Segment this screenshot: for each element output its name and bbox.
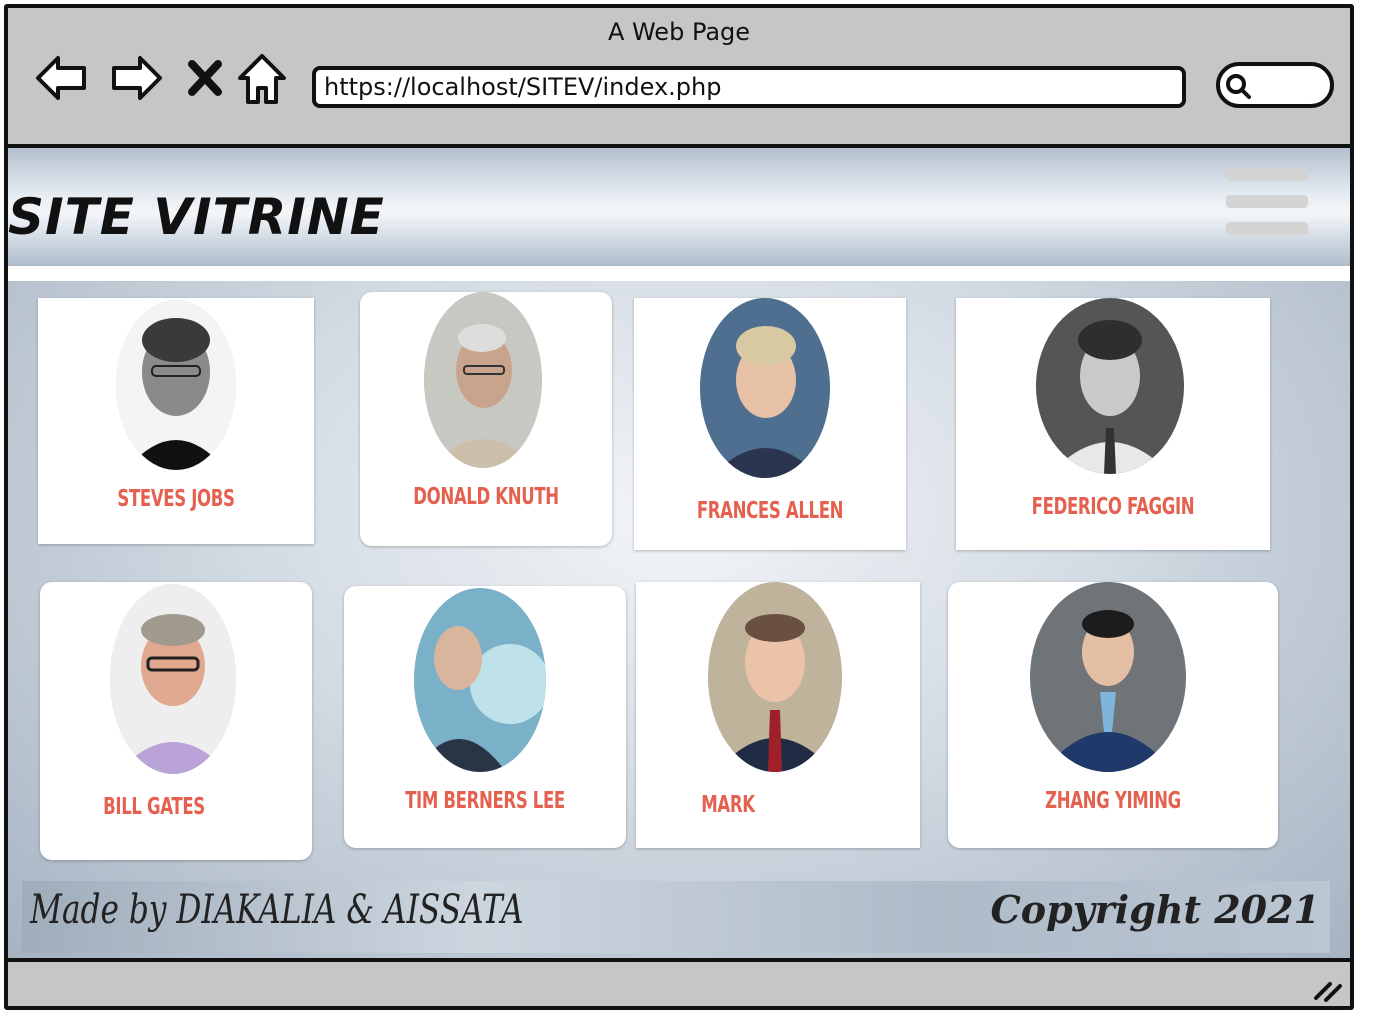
footer-credits: Made by DIAKALIA & AISSATA — [30, 887, 524, 933]
back-arrow-icon[interactable] — [32, 48, 92, 108]
browser-window: A Web Page https://localhost/SITEV/index… — [4, 4, 1354, 1010]
page-viewport: SITE VITRINE STEVES JOBS DONALD KNUTH FR… — [8, 148, 1350, 958]
person-card-tim-berners-lee[interactable]: TIM BERNERS LEE — [344, 586, 626, 848]
portrait-image — [700, 298, 830, 478]
portrait-image — [414, 588, 546, 772]
search-icon — [1226, 74, 1251, 99]
person-name: ZHANG YIMING — [1045, 788, 1181, 814]
site-footer: Made by DIAKALIA & AISSATA Copyright 202… — [22, 881, 1330, 953]
person-name: TIM BERNERS LEE — [405, 788, 565, 814]
portrait-image — [110, 584, 236, 774]
home-icon[interactable] — [234, 48, 290, 108]
footer-copyright: Copyright 2021 — [990, 887, 1320, 932]
person-card-steve-jobs[interactable]: STEVES JOBS — [38, 298, 314, 544]
hamburger-menu-icon[interactable] — [1226, 168, 1310, 238]
person-name: MARK — [701, 792, 755, 818]
person-card-mark[interactable]: MARK — [636, 582, 920, 848]
stop-icon[interactable] — [180, 48, 230, 108]
site-title: SITE VITRINE — [8, 188, 385, 246]
forward-arrow-icon[interactable] — [106, 48, 166, 108]
header-divider — [8, 266, 1350, 281]
person-name: STEVES JOBS — [117, 486, 235, 512]
person-name: BILL GATES — [103, 794, 205, 820]
person-card-bill-gates[interactable]: BILL GATES — [40, 582, 312, 860]
person-card-federico-faggin[interactable]: FEDERICO FAGGIN — [956, 298, 1270, 550]
person-card-donald-knuth[interactable]: DONALD KNUTH — [360, 292, 612, 546]
site-header: SITE VITRINE — [8, 148, 1350, 266]
resize-grip-icon[interactable] — [1312, 974, 1344, 1002]
url-field[interactable]: https://localhost/SITEV/index.php — [312, 66, 1186, 108]
portrait-image — [1030, 582, 1186, 772]
browser-titlebar: A Web Page https://localhost/SITEV/index… — [8, 8, 1350, 148]
browser-statusbar — [8, 958, 1350, 1006]
person-card-frances-allen[interactable]: FRANCES ALLEN — [634, 298, 906, 550]
person-name: FEDERICO FAGGIN — [1031, 494, 1195, 520]
person-name: FRANCES ALLEN — [696, 498, 844, 524]
portrait-image — [424, 292, 542, 468]
window-title: A Web Page — [607, 18, 751, 46]
portrait-image — [1036, 298, 1184, 474]
browser-search-field[interactable] — [1216, 62, 1334, 108]
portrait-image — [708, 582, 842, 772]
portrait-image — [116, 300, 236, 470]
person-name: DONALD KNUTH — [413, 484, 559, 510]
person-card-zhang-yiming[interactable]: ZHANG YIMING — [948, 582, 1278, 848]
